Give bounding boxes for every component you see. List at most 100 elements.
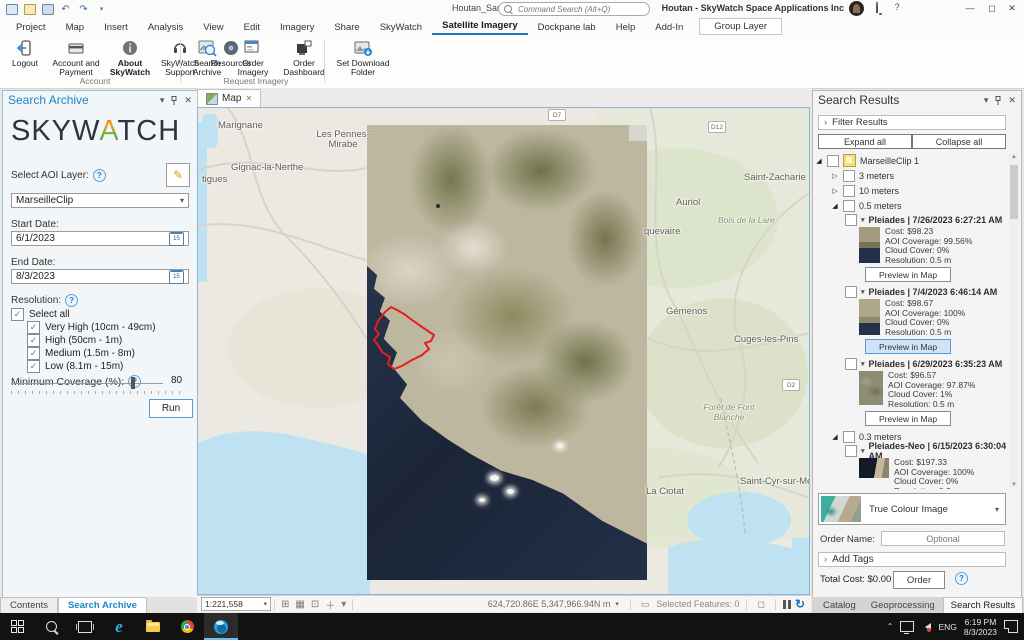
order-button[interactable]: Order bbox=[893, 571, 945, 589]
tab-map[interactable]: Map bbox=[56, 20, 94, 35]
redo-icon[interactable]: ↷ bbox=[77, 3, 90, 16]
checkbox-icon[interactable] bbox=[843, 170, 855, 182]
scroll-up-icon[interactable]: ▲ bbox=[1009, 154, 1019, 160]
tab-analysis[interactable]: Analysis bbox=[138, 20, 193, 35]
checkbox-icon[interactable] bbox=[827, 155, 839, 167]
aoi-layer-select[interactable]: MarseilleClip ▾ bbox=[11, 193, 189, 208]
expanded-icon[interactable]: ◢ bbox=[831, 202, 839, 210]
checkbox-icon[interactable] bbox=[843, 200, 855, 212]
chevron-down-icon[interactable]: ▾ bbox=[861, 447, 865, 455]
checkbox-icon[interactable]: ✓ bbox=[27, 347, 40, 360]
checkbox-low[interactable]: ✓ Low (8.1m - 15m) bbox=[27, 360, 123, 373]
pane-menu-icon[interactable]: ▾ bbox=[160, 95, 165, 106]
checkbox-icon[interactable] bbox=[845, 214, 857, 226]
pane-close-icon[interactable]: ✕ bbox=[184, 95, 192, 106]
search-archive-button[interactable]: Search Archive bbox=[186, 38, 228, 77]
about-skywatch-button[interactable]: About SkyWatch bbox=[108, 38, 152, 77]
result-thumbnail[interactable] bbox=[859, 227, 880, 263]
scrollbar-thumb[interactable] bbox=[1010, 165, 1018, 219]
checkbox-high[interactable]: ✓ High (50cm - 1m) bbox=[27, 334, 122, 347]
result-item-header[interactable]: ▾ Pleiades | 6/29/2023 6:35:23 AM bbox=[845, 357, 1007, 370]
checkbox-very-high[interactable]: ✓ Very High (10cm - 49cm) bbox=[27, 321, 156, 334]
edit-aoi-button[interactable]: ✎ bbox=[166, 163, 190, 187]
chrome-button[interactable] bbox=[170, 613, 204, 640]
calendar-icon[interactable]: 15 bbox=[169, 232, 184, 246]
expand-all-button[interactable]: Expand all bbox=[818, 134, 912, 149]
notifications-bell-icon[interactable] bbox=[870, 2, 884, 12]
tab-edit[interactable]: Edit bbox=[234, 20, 270, 35]
expanded-icon[interactable]: ◢ bbox=[815, 157, 823, 165]
avatar[interactable] bbox=[849, 1, 864, 16]
chevron-down-icon[interactable]: ▾ bbox=[861, 360, 865, 368]
grid-tool-icon[interactable]: ▦ bbox=[295, 599, 304, 610]
result-thumbnail[interactable] bbox=[859, 299, 880, 335]
tab-search-archive[interactable]: Search Archive bbox=[58, 597, 147, 613]
flag-tool-icon[interactable]: ▾ bbox=[341, 599, 346, 610]
result-thumbnail[interactable] bbox=[859, 458, 889, 478]
tab-skywatch[interactable]: SkyWatch bbox=[370, 20, 432, 35]
tab-share[interactable]: Share bbox=[324, 20, 369, 35]
task-view-button[interactable] bbox=[68, 613, 102, 640]
result-thumbnail[interactable] bbox=[859, 371, 883, 405]
coverage-slider-handle[interactable] bbox=[131, 377, 135, 389]
tab-dockpane-lab[interactable]: Dockpane lab bbox=[528, 20, 606, 35]
tree-group-05m[interactable]: ◢ 0.5 meters bbox=[831, 198, 1007, 213]
checkbox-icon[interactable] bbox=[845, 286, 857, 298]
pane-close-icon[interactable]: ✕ bbox=[1008, 95, 1016, 106]
account-payment-button[interactable]: Account and Payment bbox=[48, 38, 104, 77]
tab-geoprocessing[interactable]: Geoprocessing bbox=[864, 598, 942, 613]
refresh-icon[interactable]: ↻ bbox=[795, 597, 805, 611]
customize-qat-icon[interactable]: ▾ bbox=[95, 3, 108, 16]
preview-in-map-button[interactable]: Preview in Map bbox=[865, 267, 951, 282]
checkbox-icon[interactable]: ✓ bbox=[27, 321, 40, 334]
logout-button[interactable]: Logout bbox=[6, 38, 44, 68]
checkbox-icon[interactable]: ✓ bbox=[27, 334, 40, 347]
results-scrollbar[interactable]: ▲ ▼ bbox=[1009, 153, 1019, 489]
tree-group-3m[interactable]: ▷ 3 meters bbox=[831, 168, 1007, 183]
coverage-slider-track[interactable] bbox=[11, 383, 163, 384]
action-center-icon[interactable] bbox=[1004, 620, 1018, 633]
help-icon[interactable]: ? bbox=[890, 2, 904, 12]
undo-icon[interactable]: ↶ bbox=[59, 3, 72, 16]
tab-view[interactable]: View bbox=[193, 20, 233, 35]
show-hidden-icons[interactable]: ⌃ bbox=[887, 622, 894, 631]
checkbox-icon[interactable] bbox=[843, 431, 855, 443]
set-download-folder-button[interactable]: Set Download Folder bbox=[334, 38, 392, 77]
tab-contents[interactable]: Contents bbox=[0, 597, 58, 613]
tab-add-in[interactable]: Add-In bbox=[645, 20, 693, 35]
pane-menu-icon[interactable]: ▾ bbox=[984, 95, 989, 106]
file-explorer-button[interactable] bbox=[136, 613, 170, 640]
preview-in-map-button[interactable]: Preview in Map bbox=[865, 339, 951, 354]
order-dashboard-button[interactable]: Order Dashboard bbox=[278, 38, 330, 77]
tab-insert[interactable]: Insert bbox=[94, 20, 138, 35]
pin-icon[interactable] bbox=[994, 96, 1002, 105]
checkbox-select-all[interactable]: ✓ Select all bbox=[11, 308, 70, 321]
checkbox-icon[interactable]: ✓ bbox=[27, 360, 40, 373]
calendar-icon[interactable]: 15 bbox=[169, 270, 184, 284]
start-button[interactable] bbox=[0, 613, 34, 640]
checkbox-medium[interactable]: ✓ Medium (1.5m - 8m) bbox=[27, 347, 135, 360]
order-help-icon[interactable]: ? bbox=[955, 572, 968, 585]
tree-root-row[interactable]: ◢ MarseilleClip 1 bbox=[815, 153, 1007, 168]
pin-icon[interactable] bbox=[170, 96, 178, 105]
tree-group-10m[interactable]: ▷ 10 meters bbox=[831, 183, 1007, 198]
speaker-muted-icon[interactable] bbox=[921, 623, 931, 631]
checkbox-icon[interactable] bbox=[845, 358, 857, 370]
minimize-button[interactable]: — bbox=[960, 0, 980, 16]
taskbar-search-button[interactable] bbox=[34, 613, 68, 640]
expanded-icon[interactable]: ◢ bbox=[831, 433, 839, 441]
taskbar-clock[interactable]: 6:19 PM 8/3/2023 bbox=[964, 617, 997, 637]
arcgis-pro-button[interactable] bbox=[204, 613, 238, 640]
map-canvas[interactable]: Marignane Les Pennes-Mirabe Gignac-la-Ne… bbox=[197, 107, 810, 595]
collapsed-icon[interactable]: ▷ bbox=[831, 172, 839, 180]
command-search-input[interactable] bbox=[516, 4, 644, 15]
command-search[interactable] bbox=[498, 2, 650, 16]
layout-icon[interactable]: ◻ bbox=[757, 599, 764, 610]
internet-explorer-button[interactable]: e bbox=[102, 613, 136, 640]
add-tags-expander[interactable]: › Add Tags bbox=[818, 552, 1006, 567]
new-project-icon[interactable] bbox=[5, 3, 18, 16]
save-project-icon[interactable] bbox=[41, 3, 54, 16]
checkbox-icon[interactable] bbox=[845, 445, 857, 457]
select-tool-icon[interactable]: ⊞ bbox=[281, 599, 289, 610]
map-scale-select[interactable]: 1:221,558 ▾ bbox=[201, 597, 271, 611]
